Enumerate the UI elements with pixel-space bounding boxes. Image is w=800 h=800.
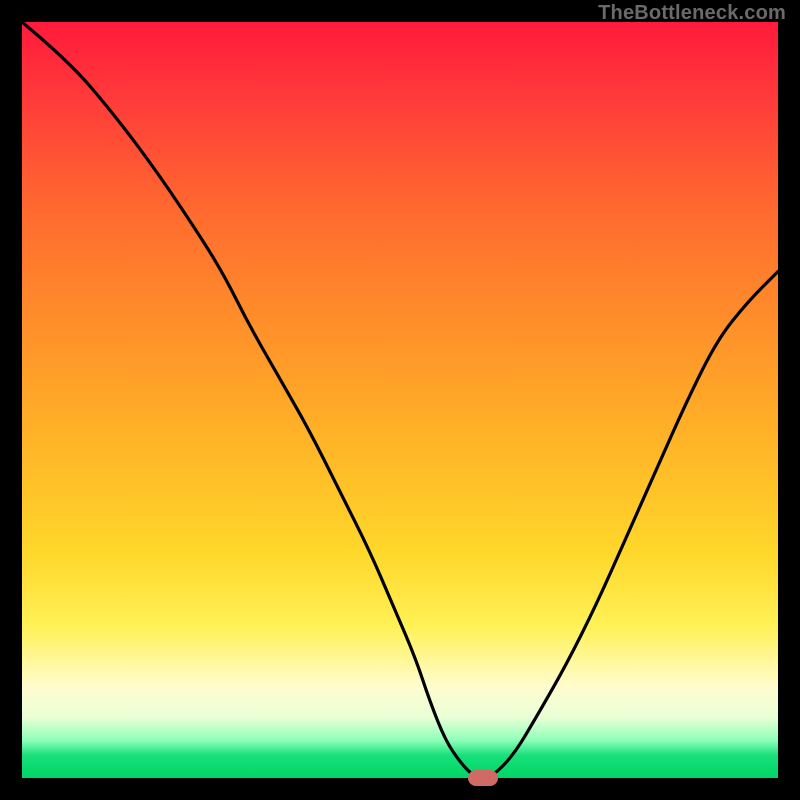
chart-frame: TheBottleneck.com	[0, 0, 800, 800]
bottleneck-curve	[22, 22, 778, 778]
plot-area	[22, 22, 778, 778]
optimal-marker	[468, 770, 498, 786]
